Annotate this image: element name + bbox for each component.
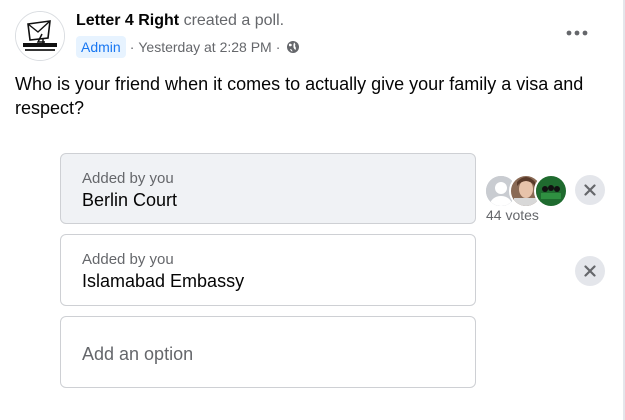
option-added-by: Added by you (82, 170, 174, 187)
voter-avatars[interactable] (484, 174, 570, 208)
add-option-input[interactable]: Add an option (60, 316, 476, 388)
option-added-by: Added by you (82, 251, 174, 268)
poll-question: Who is your friend when it comes to actu… (15, 74, 584, 118)
post-timestamp[interactable]: Yesterday at 2:28 PM (138, 39, 271, 55)
meta-separator: · (129, 39, 135, 55)
post-header-title: Letter 4 Right created a poll. (76, 12, 284, 30)
page-name-link[interactable]: Letter 4 Right (76, 12, 179, 29)
poll-option-islamabad-embassy[interactable]: Added by you Islamabad Embassy (60, 234, 476, 306)
close-icon (584, 184, 596, 196)
remove-option-button[interactable] (575, 256, 605, 286)
letter-4-right-logo (16, 12, 64, 60)
page-avatar[interactable] (15, 11, 65, 61)
more-options-button[interactable] (560, 18, 594, 48)
poll-option-berlin-court[interactable]: Added by you Berlin Court (60, 153, 476, 224)
option-label: Islamabad Embassy (82, 271, 245, 291)
post-action-text: created a poll. (183, 12, 285, 29)
more-horizontal-icon (566, 30, 588, 36)
globe-icon[interactable] (286, 40, 300, 54)
remove-option-button[interactable] (575, 175, 605, 205)
voter-avatar-group (534, 174, 568, 208)
add-option-placeholder: Add an option (82, 344, 194, 364)
vote-count[interactable]: 44 votes (486, 207, 539, 223)
option-label: Berlin Court (82, 190, 178, 210)
poll-post-card: Letter 4 Right created a poll. Admin · Y… (0, 0, 625, 420)
close-icon (584, 265, 596, 277)
post-meta-row: Admin · Yesterday at 2:28 PM · (76, 36, 300, 58)
admin-badge[interactable]: Admin (76, 36, 126, 58)
meta-separator: · (275, 39, 281, 55)
